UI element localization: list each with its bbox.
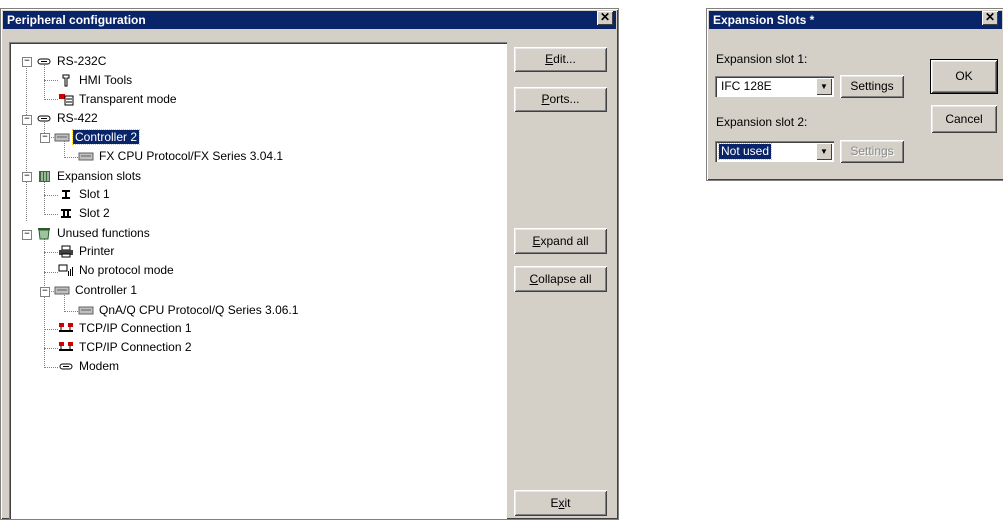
window-title: Peripheral configuration: [7, 13, 146, 27]
peripheral-tree[interactable]: − − − − − − RS-232C HMI Tools Transparen…: [9, 42, 507, 519]
tree-item-modem[interactable]: Modem: [58, 358, 121, 375]
no-protocol-icon: [58, 264, 73, 277]
printer-icon: [59, 245, 73, 258]
controller-icon: [54, 133, 70, 142]
cancel-button[interactable]: Cancel: [931, 105, 997, 133]
tree-item-slot-2[interactable]: Slot 2: [58, 205, 112, 222]
tree-item-printer[interactable]: Printer: [58, 243, 116, 260]
tree-item-rs232c[interactable]: RS-232C: [36, 53, 108, 70]
tool-icon: [62, 74, 70, 87]
tree-item-fx-cpu-protocol[interactable]: FX CPU Protocol/FX Series 3.04.1: [78, 148, 285, 165]
collapse-expansion-slots-toggle[interactable]: −: [22, 172, 32, 182]
recycle-bin-icon: [38, 228, 50, 240]
collapse-rs422-toggle[interactable]: −: [22, 115, 32, 125]
network-icon: [59, 323, 73, 333]
collapse-controller-1-toggle[interactable]: −: [40, 287, 50, 297]
modem-icon: [59, 363, 73, 370]
tree-item-expansion-slots[interactable]: Expansion slots: [36, 168, 143, 185]
expand-all-button[interactable]: Expand all: [514, 228, 607, 254]
tree-item-qna-cpu-protocol[interactable]: QnA/Q CPU Protocol/Q Series 3.06.1: [78, 302, 300, 319]
close-button[interactable]: ✕: [597, 11, 613, 25]
serial-port-icon: [37, 115, 51, 122]
slot-1-icon: [62, 190, 70, 200]
expansion-slot-2-label: Expansion slot 2:: [716, 115, 808, 129]
peripheral-configuration-window: Peripheral configuration ✕ − − − − − − R…: [0, 8, 619, 520]
tree-item-controller-1[interactable]: Controller 1: [54, 282, 139, 299]
tree-item-no-protocol-mode[interactable]: No protocol mode: [58, 262, 176, 279]
tree-item-unused-functions[interactable]: Unused functions: [36, 225, 152, 242]
controller-icon: [78, 306, 94, 315]
title-bar[interactable]: Peripheral configuration: [3, 11, 616, 29]
expansion-slots-icon: [39, 171, 50, 183]
expansion-slot-2-select[interactable]: Not used ▼: [715, 141, 834, 162]
tree-item-slot-1[interactable]: Slot 1: [58, 186, 112, 203]
slot-2-settings-button: Settings: [840, 140, 904, 163]
exit-button[interactable]: Exit: [514, 490, 607, 516]
dropdown-arrow-icon[interactable]: ▼: [816, 78, 832, 95]
slot-2-icon: [61, 209, 71, 219]
tree-item-controller-2[interactable]: Controller 2: [54, 129, 141, 146]
tree-item-tcpip-connection-2[interactable]: TCP/IP Connection 2: [58, 339, 194, 356]
collapse-unused-functions-toggle[interactable]: −: [22, 230, 32, 240]
collapse-controller-2-toggle[interactable]: −: [40, 133, 50, 143]
tree-item-rs422[interactable]: RS-422: [36, 110, 100, 127]
expansion-slots-dialog: Expansion Slots * ✕ Expansion slot 1: IF…: [706, 8, 1003, 181]
ports-button[interactable]: Ports...: [514, 87, 607, 112]
transparent-mode-icon: [59, 94, 74, 106]
collapse-rs232c-toggle[interactable]: −: [22, 57, 32, 67]
collapse-all-button[interactable]: Collapse all: [514, 266, 607, 292]
dialog-title-bar[interactable]: Expansion Slots *: [709, 11, 1002, 29]
controller-icon: [54, 286, 70, 295]
ok-button[interactable]: OK: [931, 60, 997, 93]
slot-1-settings-button[interactable]: Settings: [840, 75, 904, 98]
tree-item-hmi-tools[interactable]: HMI Tools: [58, 72, 134, 89]
tree-item-tcpip-connection-1[interactable]: TCP/IP Connection 1: [58, 320, 194, 337]
dialog-close-button[interactable]: ✕: [982, 11, 998, 25]
controller-icon: [78, 152, 94, 161]
expansion-slot-1-label: Expansion slot 1:: [716, 52, 808, 66]
network-icon: [59, 342, 73, 352]
expansion-slot-1-select[interactable]: IFC 128E ▼: [715, 76, 834, 97]
dropdown-arrow-icon[interactable]: ▼: [816, 143, 832, 160]
tree-item-transparent-mode[interactable]: Transparent mode: [58, 91, 179, 108]
edit-button[interactable]: Edit...: [514, 47, 607, 72]
dialog-title: Expansion Slots *: [713, 13, 815, 27]
serial-port-icon: [37, 58, 51, 65]
